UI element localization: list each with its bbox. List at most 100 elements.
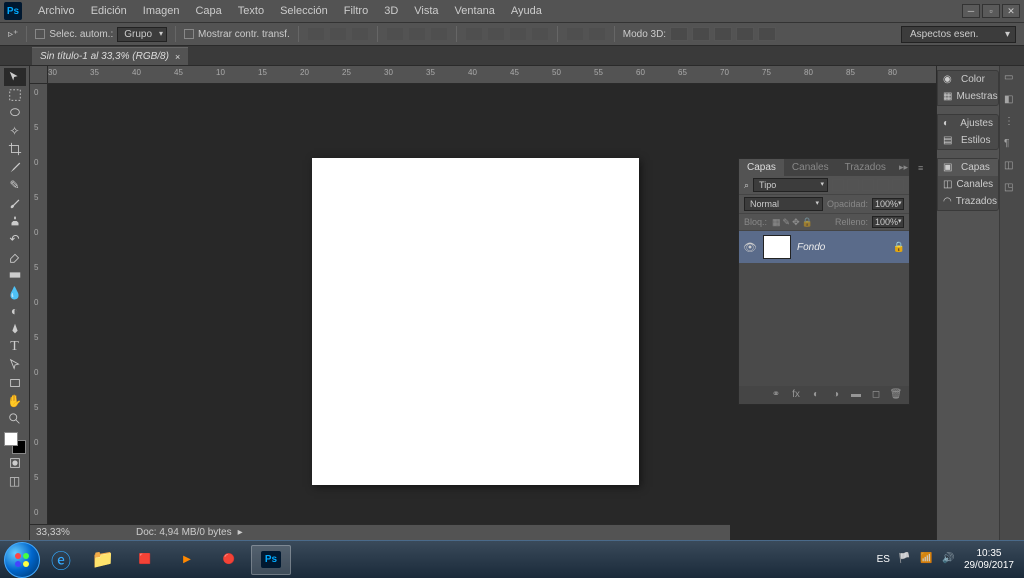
close-tab-icon[interactable]: × <box>175 52 180 62</box>
mode3d-icon[interactable] <box>758 27 776 41</box>
clone-stamp-tool[interactable] <box>4 212 26 230</box>
taskbar-photoshop-icon[interactable]: Ps <box>251 545 291 575</box>
menu-ayuda[interactable]: Ayuda <box>503 1 550 21</box>
lock-buttons[interactable]: ▦✎✥🔒 <box>771 217 814 228</box>
tray-volume-icon[interactable]: 🔊 <box>942 553 956 567</box>
start-button[interactable] <box>4 542 40 578</box>
brush-tool[interactable] <box>4 194 26 212</box>
menu-imagen[interactable]: Imagen <box>135 1 188 21</box>
tab-channels[interactable]: Canales <box>784 159 837 176</box>
tab-paths[interactable]: Trazados <box>837 159 894 176</box>
filter-type-icon[interactable] <box>862 179 874 191</box>
magic-wand-tool[interactable]: ✧ <box>4 122 26 140</box>
tab-layers[interactable]: Capas <box>739 159 784 176</box>
zoom-level[interactable]: 33,33% <box>36 527 96 538</box>
menu-edición[interactable]: Edición <box>83 1 135 21</box>
tray-flag-icon[interactable]: 🏳️ <box>898 553 912 567</box>
panel-color[interactable]: ◉Color <box>938 71 998 88</box>
tray-network-icon[interactable]: 📶 <box>920 553 934 567</box>
healing-brush-tool[interactable]: ✎ <box>4 176 26 194</box>
document-canvas[interactable] <box>312 158 639 485</box>
filter-shape-icon[interactable] <box>877 179 889 191</box>
panel-collapse-icon[interactable]: ▸▸ <box>894 160 913 175</box>
dodge-tool[interactable]: ◐ <box>4 302 26 320</box>
new-layer-icon[interactable]: ◻ <box>869 389 883 401</box>
maximize-button[interactable]: ▫ <box>982 4 1000 18</box>
panel-adjustments[interactable]: ◐Ajustes <box>938 115 998 132</box>
taskbar-ie-icon[interactable]: ⓔ <box>41 545 81 575</box>
taskbar-clock[interactable]: 10:35 29/09/2017 <box>964 548 1014 572</box>
opacity-value[interactable]: 100%▾ <box>872 198 904 210</box>
mask-icon[interactable]: ◐ <box>809 389 823 401</box>
menu-filtro[interactable]: Filtro <box>336 1 376 21</box>
history-brush-tool[interactable]: ↶ <box>4 230 26 248</box>
color-swatches[interactable] <box>4 432 26 454</box>
show-transform-checkbox[interactable] <box>184 29 194 39</box>
document-tab[interactable]: Sin título-1 al 33,3% (RGB/8) × <box>32 47 188 65</box>
workspace-dropdown[interactable]: Aspectos esen. <box>901 26 1016 43</box>
link-layers-icon[interactable]: ⚭ <box>769 389 783 401</box>
blend-mode-dropdown[interactable]: Normal <box>744 197 823 211</box>
panel-layers[interactable]: ▣Capas <box>938 159 998 176</box>
taskbar-app-icon[interactable]: 🟥 <box>125 545 165 575</box>
mode3d-icon[interactable] <box>692 27 710 41</box>
eyedropper-tool[interactable] <box>4 158 26 176</box>
trash-icon[interactable]: 🗑 <box>889 389 903 401</box>
taskbar-explorer-icon[interactable]: 📁 <box>83 545 123 575</box>
properties-icon[interactable]: ◧ <box>1004 94 1020 110</box>
language-indicator[interactable]: ES <box>877 554 890 565</box>
zoom-tool[interactable] <box>4 410 26 428</box>
panel-styles[interactable]: ▤Estilos <box>938 132 998 149</box>
character-icon[interactable]: ⋮ <box>1004 116 1020 132</box>
menu-vista[interactable]: Vista <box>406 1 446 21</box>
menu-selección[interactable]: Selección <box>272 1 336 21</box>
paragraph-icon[interactable]: ¶ <box>1004 138 1020 154</box>
group-dropdown[interactable]: Grupo <box>117 27 167 42</box>
auto-select-checkbox[interactable] <box>35 29 45 39</box>
marquee-tool[interactable] <box>4 86 26 104</box>
document-info[interactable]: Doc: 4,94 MB/0 bytes <box>136 527 232 538</box>
extra-icon[interactable]: ◫ <box>1004 160 1020 176</box>
lasso-tool[interactable] <box>4 104 26 122</box>
gradient-tool[interactable] <box>4 266 26 284</box>
mode3d-icon[interactable] <box>670 27 688 41</box>
blur-tool[interactable]: 💧 <box>4 284 26 302</box>
panel-menu-icon[interactable]: ≡ <box>913 161 928 175</box>
taskbar-wmp-icon[interactable]: ▶ <box>167 545 207 575</box>
lock-icon[interactable]: 🔒 <box>893 242 905 253</box>
taskbar-chrome-icon[interactable]: 🔴 <box>209 545 249 575</box>
menu-3d[interactable]: 3D <box>376 1 406 21</box>
panel-paths[interactable]: ◠Trazados <box>938 193 998 210</box>
menu-ventana[interactable]: Ventana <box>447 1 503 21</box>
fill-value[interactable]: 100%▾ <box>872 216 904 228</box>
screen-mode-toggle[interactable]: ◫ <box>4 472 26 490</box>
panel-channels[interactable]: ◫Canales <box>938 176 998 193</box>
filter-adjustment-icon[interactable] <box>847 179 859 191</box>
menu-archivo[interactable]: Archivo <box>30 1 83 21</box>
minimize-button[interactable]: ─ <box>962 4 980 18</box>
layer-thumbnail[interactable] <box>763 235 791 259</box>
eraser-tool[interactable] <box>4 248 26 266</box>
visibility-eye-icon[interactable]: 👁 <box>743 241 757 254</box>
rectangle-tool[interactable] <box>4 374 26 392</box>
filter-pixel-icon[interactable] <box>832 179 844 191</box>
menu-texto[interactable]: Texto <box>230 1 272 21</box>
crop-tool[interactable] <box>4 140 26 158</box>
hand-tool[interactable]: ✋ <box>4 392 26 410</box>
move-tool[interactable] <box>4 68 26 86</box>
foreground-color-swatch[interactable] <box>4 432 18 446</box>
path-selection-tool[interactable] <box>4 356 26 374</box>
fx-icon[interactable]: fx <box>789 389 803 401</box>
panel-swatches[interactable]: ▦Muestras <box>938 88 998 105</box>
history-icon[interactable]: ▭ <box>1004 72 1020 88</box>
menu-capa[interactable]: Capa <box>187 1 229 21</box>
group-icon[interactable]: ▬ <box>849 389 863 401</box>
close-button[interactable]: ✕ <box>1002 4 1020 18</box>
mode3d-icon[interactable] <box>714 27 732 41</box>
layer-name[interactable]: Fondo <box>797 242 887 253</box>
quick-mask-toggle[interactable] <box>4 454 26 472</box>
adjustment-layer-icon[interactable]: ◑ <box>829 389 843 401</box>
filter-kind-dropdown[interactable]: Tipo <box>753 178 828 192</box>
filter-smart-icon[interactable] <box>892 179 904 191</box>
type-tool[interactable]: T <box>4 338 26 356</box>
